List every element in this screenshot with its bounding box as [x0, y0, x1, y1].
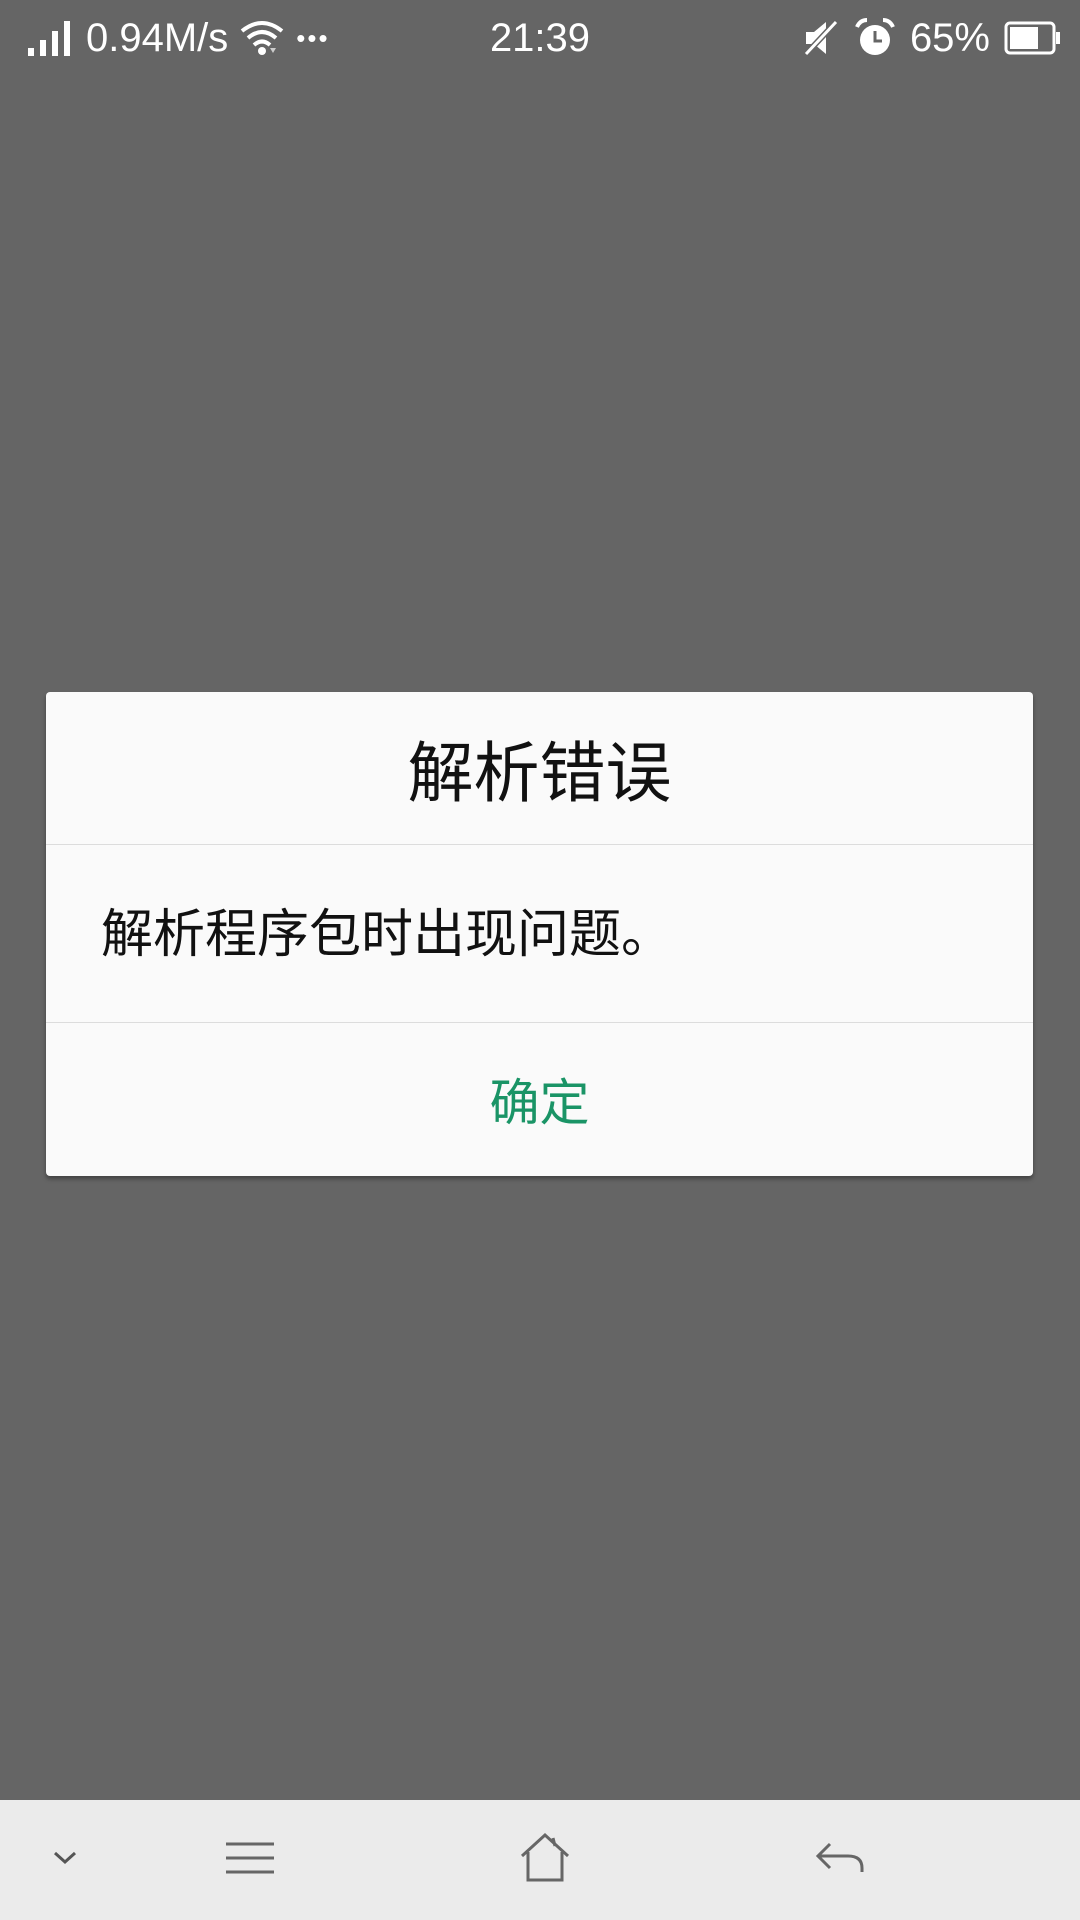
back-icon	[814, 1838, 866, 1882]
dialog-title: 解析错误	[407, 735, 672, 812]
collapse-nav-button[interactable]	[20, 1800, 110, 1920]
menu-button[interactable]	[200, 1800, 300, 1920]
chevron-down-icon	[52, 1850, 78, 1870]
clock: 21:39	[489, 15, 591, 60]
home-button[interactable]	[490, 1800, 600, 1920]
status-bar: 0.94M/s ••• 21:39 65%	[0, 0, 1080, 76]
wifi-icon	[240, 18, 284, 58]
status-right: 65%	[802, 0, 1062, 76]
signal-icon	[26, 18, 74, 58]
parse-error-dialog: 解析错误 解析程序包时出现问题。 确定	[46, 692, 1033, 1176]
status-left: 0.94M/s •••	[26, 0, 330, 76]
ok-button[interactable]: 确定	[46, 1022, 1033, 1176]
menu-icon	[224, 1838, 276, 1882]
home-icon	[517, 1832, 573, 1888]
navigation-bar	[0, 1800, 1080, 1920]
battery-icon	[1004, 21, 1062, 55]
dialog-message: 解析程序包时出现问题。	[101, 904, 674, 965]
mute-icon	[802, 18, 840, 58]
back-button[interactable]	[790, 1800, 890, 1920]
network-speed: 0.94M/s	[86, 15, 229, 60]
more-indicator: •••	[296, 22, 330, 53]
alarm-icon	[854, 17, 896, 59]
battery-percent: 65%	[909, 15, 990, 60]
